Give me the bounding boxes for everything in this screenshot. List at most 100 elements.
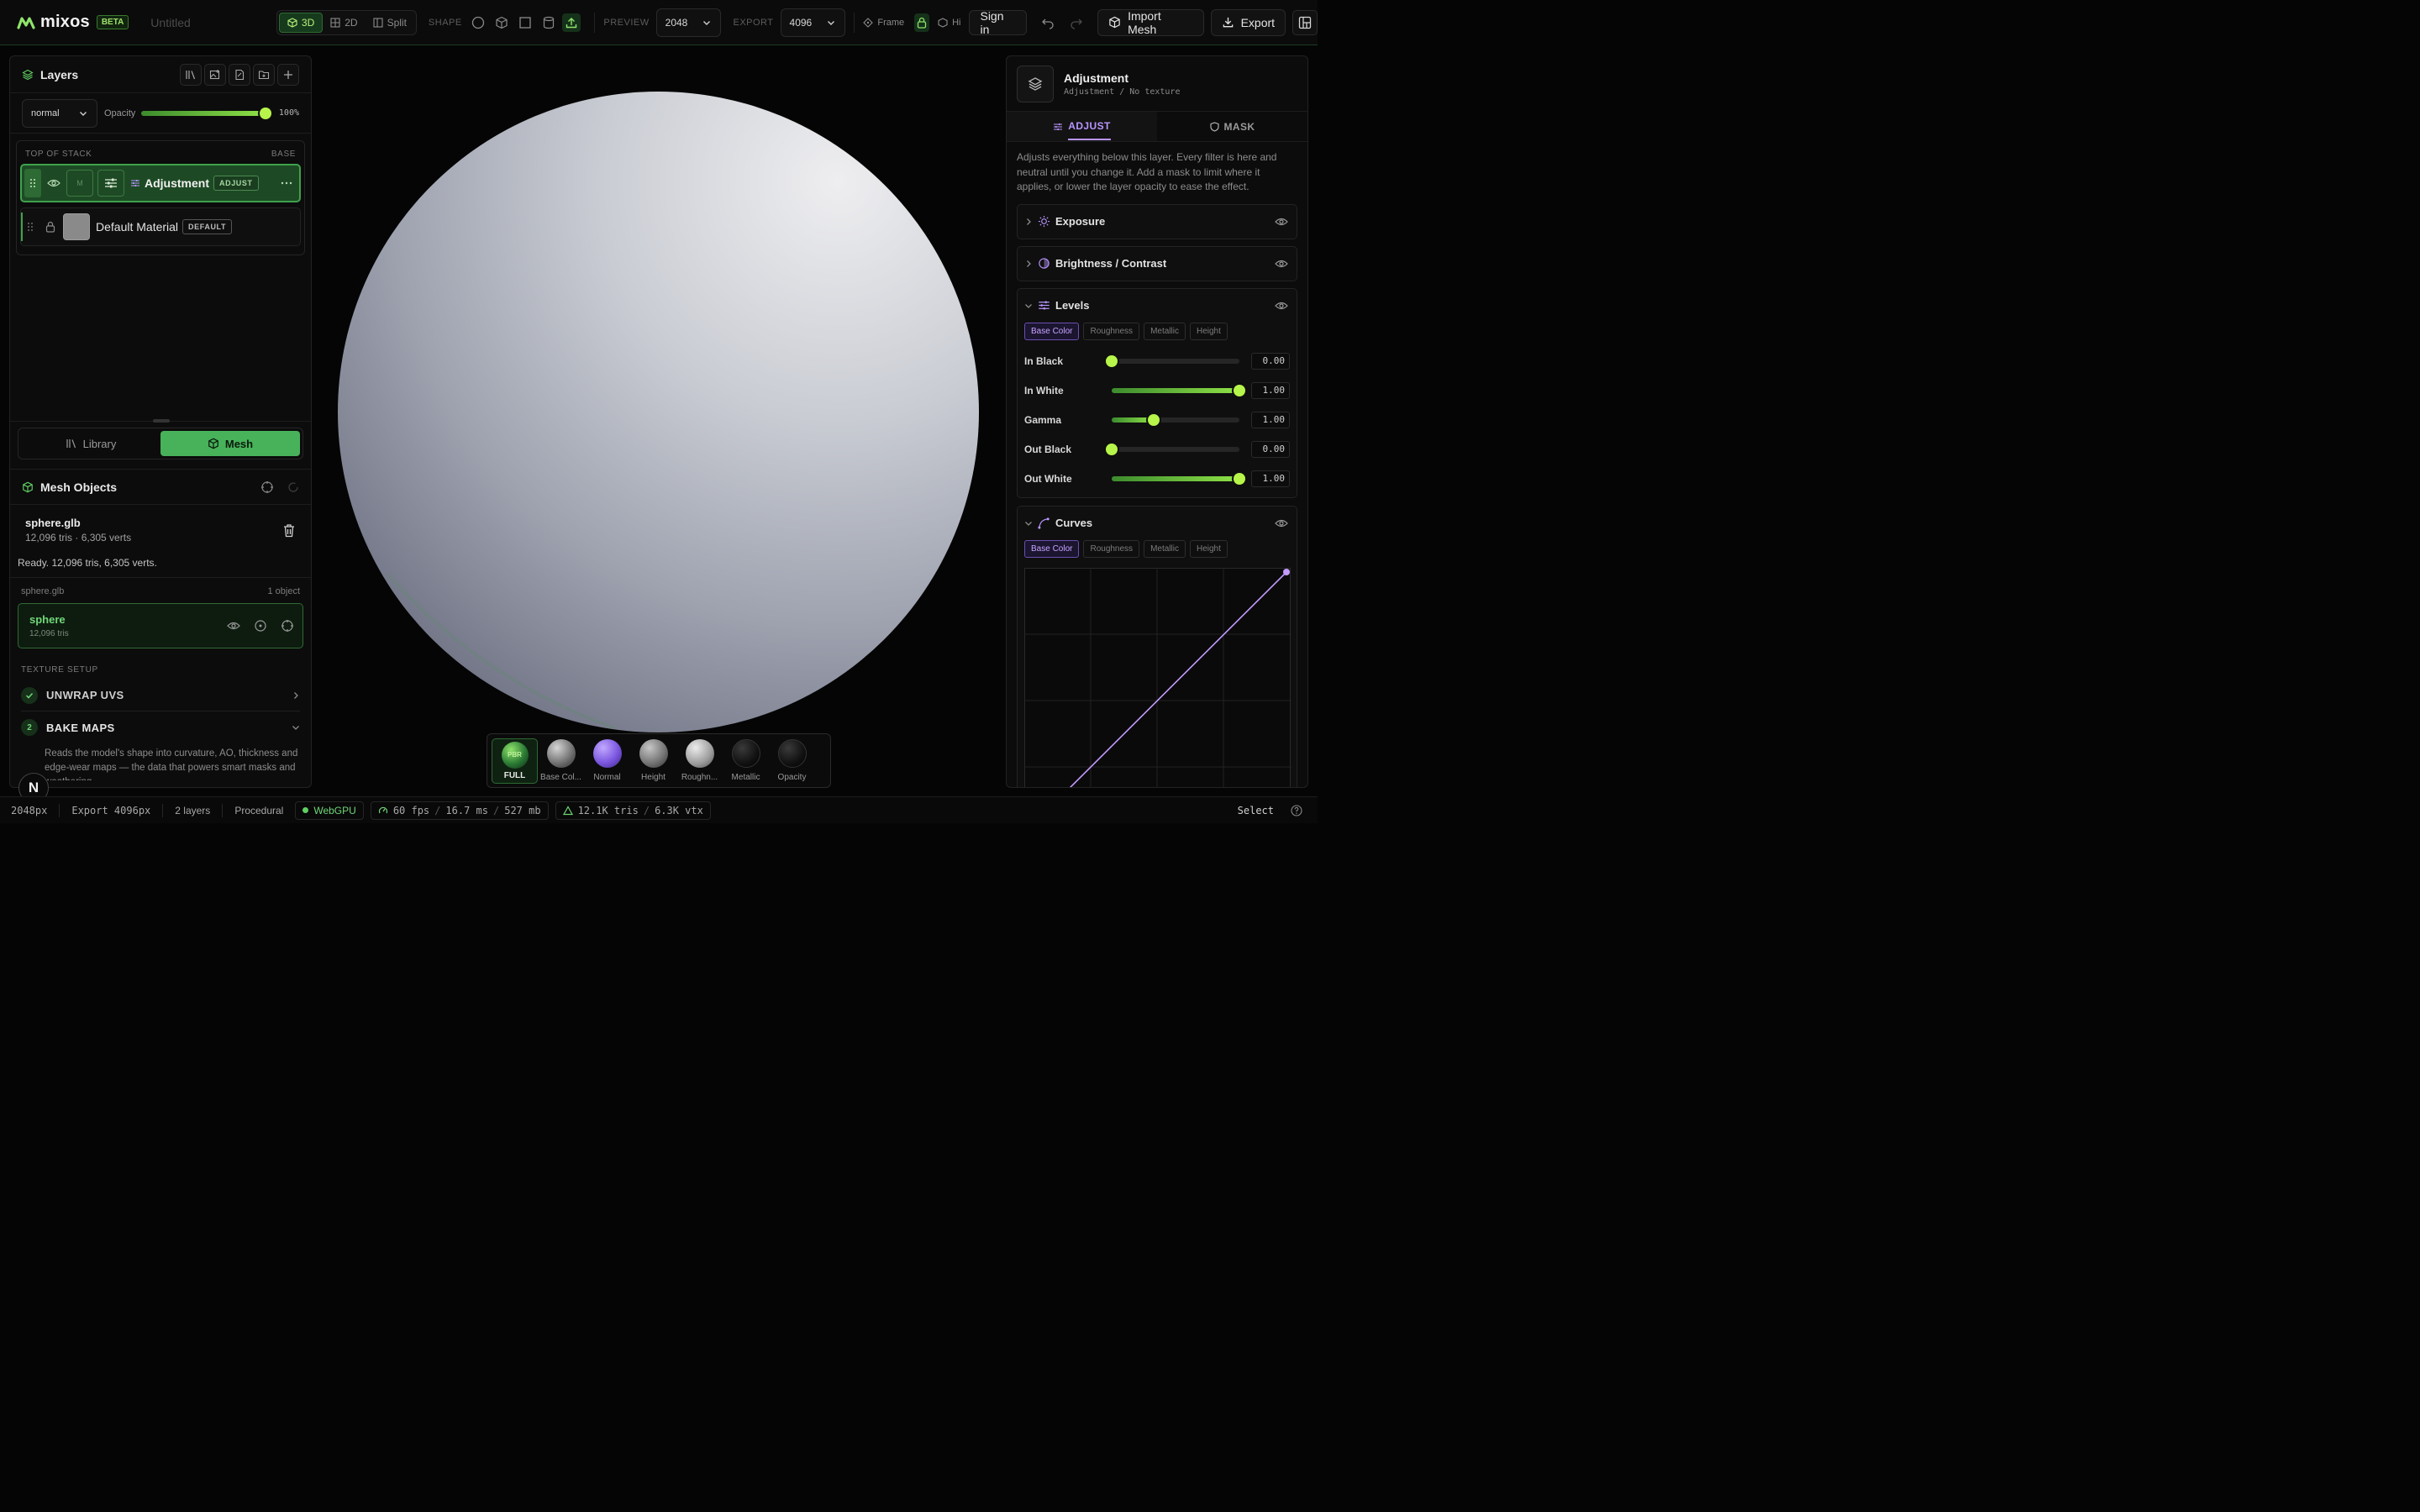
- cylinder-shape-icon[interactable]: [539, 13, 558, 32]
- chip-roughness[interactable]: Roughness: [1083, 539, 1140, 558]
- channel-full[interactable]: PBR FULL: [492, 738, 538, 784]
- add-fill-layer-icon[interactable]: [229, 63, 250, 86]
- eye-icon[interactable]: [41, 178, 66, 188]
- panel-switcher: Library Mesh: [10, 428, 311, 459]
- layer-name[interactable]: Default Material: [96, 220, 178, 234]
- eye-icon[interactable]: [227, 621, 240, 631]
- sign-in-button[interactable]: Sign in: [969, 9, 1028, 36]
- curves-editor[interactable]: [1024, 567, 1292, 789]
- upload-shape-icon[interactable]: [562, 13, 581, 32]
- layer-name[interactable]: Adjustment: [145, 176, 209, 190]
- chip-base-color[interactable]: Base Color: [1024, 322, 1080, 340]
- more-icon[interactable]: [281, 181, 292, 185]
- channel-height[interactable]: Height: [630, 739, 676, 782]
- add-image-layer-icon[interactable]: [204, 63, 226, 86]
- level-knob[interactable]: [1234, 473, 1245, 485]
- adjustment-title: Adjustment: [1064, 71, 1128, 85]
- level-slider[interactable]: [1112, 414, 1239, 426]
- layout-toggle-icon[interactable]: [1292, 9, 1318, 35]
- library-tab[interactable]: Library: [21, 431, 160, 456]
- eye-icon[interactable]: [1275, 259, 1288, 269]
- blend-mode-select[interactable]: normal: [22, 98, 97, 128]
- drag-handle-icon[interactable]: [21, 213, 38, 241]
- exposure-section[interactable]: Exposure: [1017, 203, 1297, 239]
- add-layer-icon[interactable]: [277, 63, 299, 86]
- level-slider[interactable]: [1106, 355, 1239, 367]
- help-icon[interactable]: [1291, 804, 1302, 816]
- view-3d-button[interactable]: 3D: [278, 12, 324, 33]
- channel-roughness[interactable]: Roughn...: [676, 739, 723, 782]
- level-value[interactable]: 0.00: [1251, 441, 1290, 458]
- tab-adjust[interactable]: ADJUST: [1007, 112, 1157, 141]
- unwrap-uvs-step[interactable]: UNWRAP UVS: [21, 680, 300, 711]
- chip-metallic[interactable]: Metallic: [1144, 322, 1186, 340]
- level-slider[interactable]: [1106, 444, 1239, 455]
- level-value[interactable]: 1.00: [1251, 382, 1290, 399]
- view-2d-button[interactable]: 2D: [323, 13, 365, 33]
- tab-mask[interactable]: MASK: [1157, 112, 1307, 141]
- eye-icon[interactable]: [1275, 518, 1288, 528]
- curves-header[interactable]: Curves: [1018, 507, 1297, 540]
- level-slider[interactable]: [1112, 473, 1245, 485]
- channel-base-color[interactable]: Base Col...: [538, 739, 584, 782]
- plane-shape-icon[interactable]: [516, 13, 534, 32]
- curve-point-handle[interactable]: [1283, 568, 1290, 575]
- normal-ball: [592, 739, 622, 768]
- isolate-icon[interactable]: [254, 619, 267, 633]
- drag-handle-icon[interactable]: [24, 169, 41, 197]
- export-resolution-select[interactable]: 4096: [780, 8, 846, 37]
- export-button[interactable]: Export: [1210, 8, 1286, 36]
- chip-height[interactable]: Height: [1189, 539, 1228, 558]
- levels-header[interactable]: Levels: [1018, 289, 1297, 323]
- eye-icon[interactable]: [1275, 217, 1288, 227]
- channel-normal[interactable]: Normal: [584, 739, 630, 782]
- level-knob[interactable]: [1148, 414, 1160, 426]
- focus-icon[interactable]: [281, 619, 294, 633]
- chip-roughness[interactable]: Roughness: [1083, 322, 1140, 340]
- level-value[interactable]: 0.00: [1251, 353, 1290, 370]
- focus-icon[interactable]: [260, 480, 274, 494]
- cube-shape-icon[interactable]: [492, 13, 511, 32]
- level-knob[interactable]: [1106, 444, 1118, 455]
- document-title[interactable]: Untitled: [150, 16, 276, 29]
- add-folder-icon[interactable]: [253, 63, 275, 86]
- refresh-icon[interactable]: [287, 481, 299, 493]
- level-slider[interactable]: [1112, 385, 1245, 396]
- level-knob[interactable]: [1234, 385, 1245, 396]
- sphere-shape-icon[interactable]: [469, 13, 487, 32]
- opacity-slider[interactable]: [141, 107, 271, 119]
- level-value[interactable]: 1.00: [1251, 470, 1290, 487]
- trash-icon[interactable]: [282, 523, 296, 538]
- lock-icon[interactable]: [914, 13, 930, 32]
- opacity-knob[interactable]: [260, 107, 271, 119]
- mask-thumbnail[interactable]: M: [66, 170, 93, 197]
- brightness-contrast-section[interactable]: Brightness / Contrast: [1017, 245, 1297, 281]
- library-icon[interactable]: [180, 63, 202, 86]
- frame-button[interactable]: Frame: [863, 18, 904, 28]
- channel-metallic[interactable]: Metallic: [723, 739, 769, 782]
- chip-metallic[interactable]: Metallic: [1144, 539, 1186, 558]
- hi-quality-toggle[interactable]: Hi: [938, 18, 960, 28]
- bake-maps-step[interactable]: 2 BAKE MAPS: [21, 711, 300, 743]
- level-value[interactable]: 1.00: [1251, 412, 1290, 428]
- chip-base-color[interactable]: Base Color: [1024, 539, 1080, 558]
- chip-height[interactable]: Height: [1189, 322, 1228, 340]
- app-logo[interactable]: mixos BETA: [17, 13, 129, 32]
- mesh-tab[interactable]: Mesh: [160, 431, 300, 456]
- mesh-object-row[interactable]: sphere 12,096 tris: [18, 603, 303, 648]
- adjust-thumbnail[interactable]: [97, 170, 124, 197]
- blend-row: normal Opacity 100%: [10, 93, 311, 134]
- level-knob[interactable]: [1106, 355, 1118, 367]
- import-mesh-button[interactable]: Import Mesh: [1097, 8, 1204, 36]
- lock-icon[interactable]: [38, 221, 63, 233]
- undo-icon[interactable]: [1039, 13, 1057, 32]
- channel-opacity[interactable]: Opacity: [769, 739, 815, 782]
- layer-row-adjustment[interactable]: M Adjustment ADJUST: [20, 164, 301, 202]
- eye-icon[interactable]: [1275, 301, 1288, 311]
- preview-resolution-select[interactable]: 2048: [655, 8, 722, 37]
- material-thumbnail[interactable]: [63, 213, 90, 240]
- resize-handle[interactable]: [153, 419, 170, 423]
- layer-row-default-material[interactable]: Default Material DEFAULT: [20, 207, 301, 246]
- view-split-button[interactable]: Split: [366, 13, 414, 33]
- redo-icon[interactable]: [1067, 13, 1086, 32]
